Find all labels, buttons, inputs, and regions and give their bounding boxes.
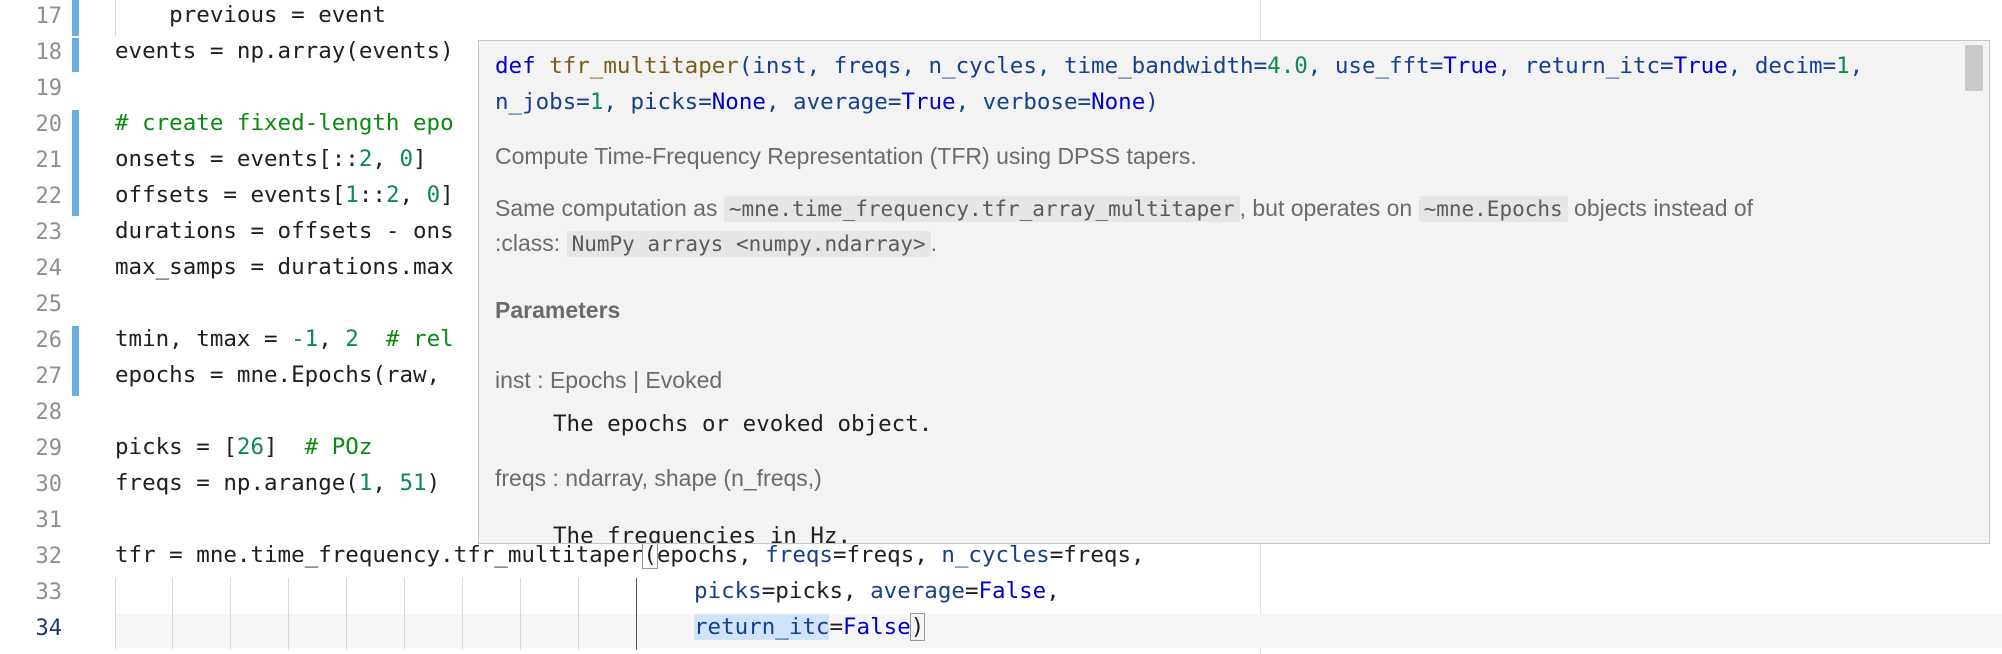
indent-guide <box>115 578 116 650</box>
doc-summary: Compute Time-Frequency Representation (T… <box>495 143 1197 169</box>
code-line[interactable]: max_samps = durations.max <box>115 254 454 280</box>
modified-line-marker <box>72 326 79 396</box>
code-line[interactable]: epochs = mne.Epochs(raw, <box>115 362 454 388</box>
line-number: 21 <box>35 148 63 173</box>
line-number: 31 <box>35 508 63 533</box>
line-number: 30 <box>35 472 63 497</box>
doc-param-freqs: freqs : ndarray, shape (n_freqs,) <box>495 465 822 491</box>
doc-code-ref[interactable]: ~mne.Epochs <box>1418 196 1568 222</box>
doc-param-inst-desc: The epochs or evoked object. <box>553 411 933 437</box>
indent-guide <box>172 578 173 650</box>
line-number: 18 <box>35 40 63 65</box>
indent-guide <box>346 578 347 650</box>
indent-guide <box>230 578 231 650</box>
code-line[interactable]: picks=picks, average=False, <box>694 578 1060 604</box>
modified-line-marker <box>72 38 79 72</box>
line-number: 24 <box>35 256 63 281</box>
doc-code-ref[interactable]: ~mne.time_frequency.tfr_array_multitaper <box>723 196 1240 222</box>
line-number: 23 <box>35 220 63 245</box>
line-number: 32 <box>35 544 63 569</box>
line-number: 22 <box>35 184 63 209</box>
signature-line-1: def tfr_multitaper(inst, freqs, n_cycles… <box>495 53 1864 79</box>
line-number: 28 <box>35 400 63 425</box>
doc-parameters-heading: Parameters <box>495 297 621 323</box>
quick-documentation-popup[interactable]: def tfr_multitaper(inst, freqs, n_cycles… <box>478 40 1990 544</box>
code-line[interactable]: durations = offsets - ons <box>115 218 454 244</box>
indent-guide <box>578 578 579 650</box>
code-line-current[interactable]: return_itc=False) <box>694 613 926 641</box>
signature-line-2: n_jobs=1, picks=None, average=True, verb… <box>495 89 1159 115</box>
line-number: 25 <box>35 292 63 317</box>
code-line[interactable]: tfr = mne.time_frequency.tfr_multitaper(… <box>115 541 1145 569</box>
code-line[interactable]: events = np.array(events) <box>115 38 454 64</box>
indent-guide <box>404 578 405 650</box>
code-line[interactable]: onsets = events[::2, 0] <box>115 146 427 172</box>
line-number: 17 <box>35 4 63 29</box>
doc-code-ref[interactable]: NumPy arrays <numpy.ndarray> <box>566 231 931 257</box>
code-line[interactable]: previous = event <box>115 2 386 28</box>
popup-scrollbar[interactable] <box>1965 45 1983 91</box>
code-line-comment[interactable]: # create fixed-length epo <box>115 110 454 136</box>
line-number: 20 <box>35 112 63 137</box>
doc-param-freqs-desc: The frequencies in Hz. <box>553 523 852 544</box>
code-line[interactable]: freqs = np.arange(1, 51) <box>115 470 440 496</box>
code-line[interactable]: offsets = events[1::2, 0] <box>115 182 454 208</box>
indent-guide-active <box>636 578 637 650</box>
line-number: 27 <box>35 364 63 389</box>
line-number: 19 <box>35 76 63 101</box>
code-line[interactable]: tmin, tmax = -1, 2 # rel <box>115 326 454 352</box>
line-number: 33 <box>35 580 63 605</box>
indent-guide <box>288 578 289 650</box>
doc-description-line-1: Same computation as ~mne.time_frequency.… <box>495 195 1754 222</box>
doc-param-inst: inst : Epochs | Evoked <box>495 367 723 393</box>
doc-description-line-2: :class: NumPy arrays <numpy.ndarray>. <box>495 230 937 257</box>
indent-guide <box>520 578 521 650</box>
line-number: 26 <box>35 328 63 353</box>
indent-guide <box>462 578 463 650</box>
modified-line-marker <box>72 110 79 216</box>
line-number-current: 34 <box>35 616 63 641</box>
line-number: 29 <box>35 436 63 461</box>
modified-line-marker <box>72 0 79 36</box>
current-line-highlight <box>115 614 2002 648</box>
code-line[interactable]: picks = [26] # POz <box>115 434 372 460</box>
